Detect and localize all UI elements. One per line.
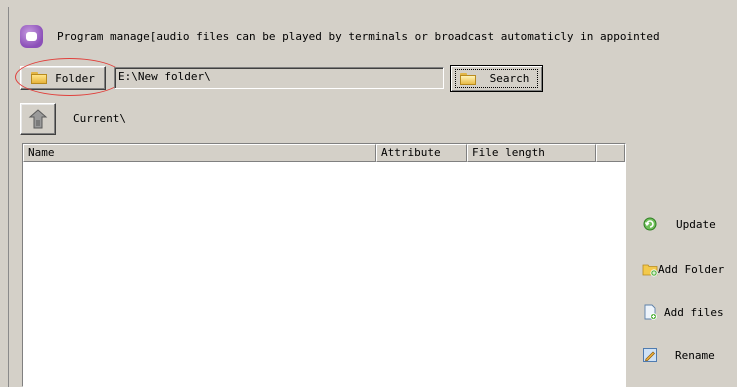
window-header: Program manage[audio files can be played… [20,23,660,49]
folder-button-label: Folder [55,71,95,85]
add-files-button[interactable]: Add files [642,304,724,320]
rename-icon [643,348,657,362]
folder-icon [31,72,48,84]
file-list-header: Name Attribute File length [23,144,625,162]
update-button[interactable]: Update [642,216,716,232]
add-file-icon [644,304,657,320]
open-folder-icon [459,72,476,85]
rename-label: Rename [675,348,715,362]
column-extra[interactable] [596,144,625,162]
add-folder-label: Add Folder [658,262,725,276]
parent-folder-button[interactable] [20,103,56,135]
current-path-label: Current\ [73,112,126,125]
up-folder-icon [28,109,48,129]
search-button[interactable]: Search [450,65,543,92]
refresh-icon [643,217,657,231]
add-files-label: Add files [664,305,724,319]
folder-button[interactable]: Folder [20,66,106,90]
app-purple-icon [20,24,43,48]
rename-button[interactable]: Rename [642,347,715,363]
window-title: Program manage[audio files can be played… [57,29,660,43]
add-folder-button[interactable]: Add Folder [642,261,724,277]
column-attribute[interactable]: Attribute [376,144,467,162]
folder-path-field[interactable]: E:\New folder\ [114,67,444,89]
add-folder-icon [642,264,658,277]
file-list[interactable]: Name Attribute File length [22,143,626,387]
search-button-label: Search [489,72,530,85]
column-name[interactable]: Name [23,144,376,162]
column-file-length[interactable]: File length [467,144,596,162]
update-label: Update [676,217,716,231]
